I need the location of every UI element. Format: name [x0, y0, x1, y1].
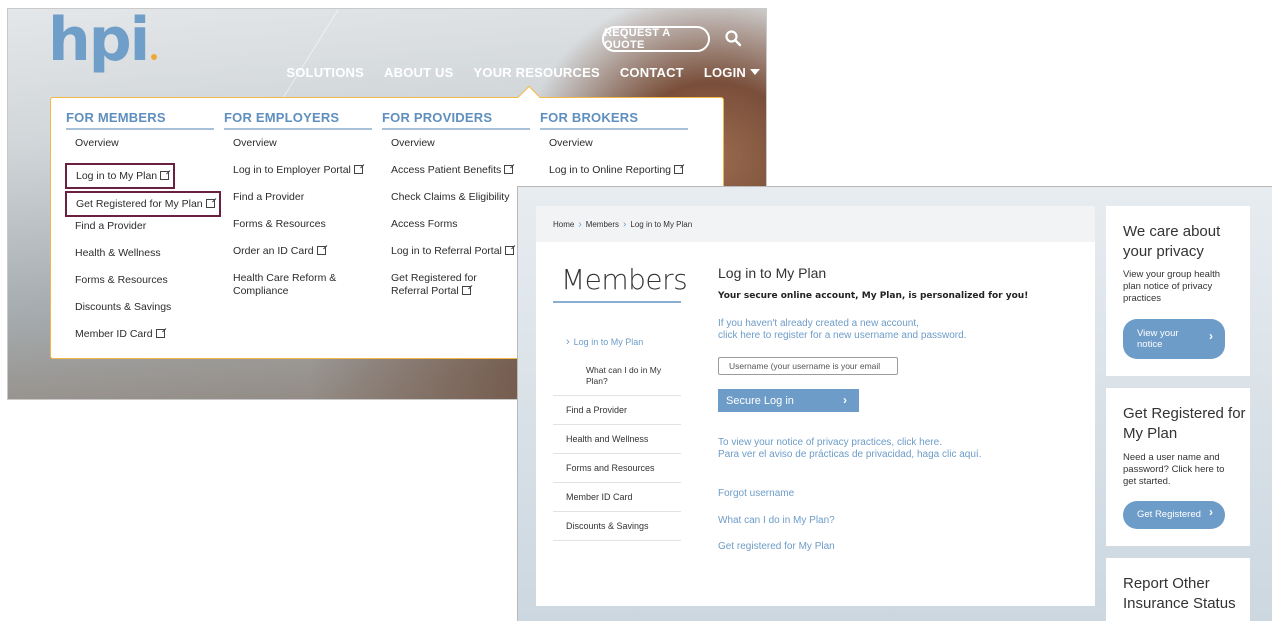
external-link-icon [155, 329, 165, 338]
forgot-username-link[interactable]: Forgot username [718, 488, 794, 500]
register-card: Get Registered for My Plan Need a user n… [1106, 388, 1250, 546]
background-line [274, 9, 339, 112]
employers-overview-link[interactable]: Overview [224, 137, 372, 164]
members-forms-link[interactable]: Forms & Resources [66, 274, 214, 301]
chevron-right-icon: › [578, 219, 582, 230]
main-nav: SOLUTIONS ABOUT US YOUR RESOURCES CONTAC… [286, 65, 766, 87]
section-title: Members [561, 263, 688, 296]
external-link-icon [353, 165, 363, 174]
breadcrumb-members[interactable]: Members [586, 220, 619, 229]
members-id-card-link[interactable]: Member ID Card [66, 328, 214, 355]
employers-find-provider-link[interactable]: Find a Provider [224, 191, 372, 218]
brokers-overview-link[interactable]: Overview [540, 137, 688, 164]
login-subtitle: Your secure online account, My Plan, is … [718, 291, 1029, 301]
login-screenshot: Home › Members › Log in to My Plan Members ›… [517, 186, 1272, 621]
external-link-icon [205, 199, 215, 208]
report-card-title: Report Other Insurance Status [1123, 575, 1236, 612]
caret-down-icon [750, 69, 760, 75]
sidebar-item-forms[interactable]: Forms and Resources [553, 454, 681, 483]
nav-solutions[interactable]: SOLUTIONS [286, 65, 364, 87]
external-link-icon [674, 165, 683, 174]
sidebar-item-find-provider[interactable]: Find a Provider [553, 396, 681, 425]
providers-referral-register-link[interactable]: Get Registered for Referral Portal [382, 272, 517, 312]
chevron-right-icon: › [1209, 505, 1213, 519]
members-overview-link[interactable]: Overview [66, 137, 214, 164]
providers-overview-link[interactable]: Overview [382, 137, 530, 164]
what-can-link[interactable]: What can I do in My Plan? [718, 515, 835, 527]
members-column: FOR MEMBERS Overview Log in to My Plan G… [64, 110, 221, 355]
nav-your-resources[interactable]: YOUR RESOURCES [474, 65, 600, 87]
search-icon[interactable] [724, 29, 742, 47]
members-discounts-link[interactable]: Discounts & Savings [66, 301, 214, 328]
breadcrumb: Home › Members › Log in to My Plan [553, 219, 692, 230]
privacy-card-title: We care about your privacy [1123, 223, 1221, 260]
sidebar-item-discounts[interactable]: Discounts & Savings [553, 512, 681, 541]
members-health-link[interactable]: Health & Wellness [66, 247, 214, 274]
nav-login[interactable]: LOGIN [704, 65, 760, 87]
employers-forms-link[interactable]: Forms & Resources [224, 218, 372, 245]
brokers-column: FOR BROKERS Overview Log in to Online Re… [540, 110, 688, 191]
sidebar-item-health[interactable]: Health and Wellness [553, 425, 681, 454]
members-heading[interactable]: FOR MEMBERS [66, 110, 214, 130]
external-link-icon [504, 165, 514, 174]
hpi-logo[interactable]: hpi [48, 9, 158, 75]
nav-about-us[interactable]: ABOUT US [384, 65, 454, 87]
privacy-card-body: View your group health plan notice of pr… [1123, 269, 1220, 304]
view-notice-button[interactable]: View your notice › [1123, 319, 1225, 359]
employers-heading[interactable]: FOR EMPLOYERS [224, 110, 372, 130]
privacy-card: We care about your privacy View your gro… [1106, 206, 1250, 376]
get-registered-link[interactable]: Get registered for My Plan [718, 541, 835, 553]
nav-contact[interactable]: CONTACT [620, 65, 684, 87]
section-divider [553, 301, 681, 303]
employers-column: FOR EMPLOYERS Overview Log in to Employe… [224, 110, 372, 312]
employers-id-card-link[interactable]: Order an ID Card [224, 245, 372, 272]
external-link-icon [461, 286, 471, 295]
sidebar-item-id-card[interactable]: Member ID Card [553, 483, 681, 512]
external-link-icon [316, 246, 326, 255]
members-login-link[interactable]: Log in to My Plan [64, 163, 176, 189]
breadcrumb-home[interactable]: Home [553, 220, 574, 229]
sidebar-item-what-can[interactable]: What can I do in My Plan? [553, 356, 681, 396]
members-find-provider-link[interactable]: Find a Provider [66, 220, 214, 247]
providers-forms-link[interactable]: Access Forms [382, 218, 530, 245]
get-registered-button[interactable]: Get Registered › [1123, 501, 1225, 529]
brokers-heading[interactable]: FOR BROKERS [540, 110, 688, 130]
external-link-icon [160, 171, 170, 180]
register-card-body: Need a user name and password? Click her… [1123, 452, 1225, 487]
chevron-right-icon: › [843, 393, 847, 407]
register-link[interactable]: If you haven't already created a new acc… [718, 318, 966, 342]
privacy-notice-link[interactable]: To view your notice of privacy practices… [718, 437, 981, 461]
chevron-right-icon: › [623, 219, 627, 230]
breadcrumb-current: Log in to My Plan [630, 220, 693, 229]
request-quote-button[interactable]: REQUEST A QUOTE [602, 26, 710, 52]
register-card-title: Get Registered for My Plan [1123, 405, 1246, 442]
sidebar-item-login[interactable]: › Log in to My Plan [553, 328, 681, 356]
members-register-link[interactable]: Get Registered for My Plan [65, 191, 221, 217]
secure-login-button[interactable]: Secure Log in › [718, 389, 859, 412]
content-panel: Home › Members › Log in to My Plan Members ›… [536, 206, 1095, 606]
chevron-right-icon: › [1209, 329, 1213, 343]
chevron-right-icon: › [566, 336, 570, 348]
external-link-icon [504, 246, 514, 255]
providers-heading[interactable]: FOR PROVIDERS [382, 110, 530, 130]
login-title: Log in to My Plan [718, 265, 827, 281]
report-card: Report Other Insurance Status [1106, 558, 1250, 621]
employers-portal-link[interactable]: Log in to Employer Portal [224, 164, 372, 191]
providers-referral-login-link[interactable]: Log in to Referral Portal [382, 245, 530, 272]
providers-claims-link[interactable]: Check Claims & Eligibility [382, 191, 530, 218]
providers-column: FOR PROVIDERS Overview Access Patient Be… [382, 110, 530, 312]
username-input[interactable]: Username (your username is your email [718, 357, 898, 375]
providers-benefits-link[interactable]: Access Patient Benefits [382, 164, 530, 191]
employers-reform-link[interactable]: Health Care Reform & Compliance [224, 272, 354, 312]
breadcrumb-bar: Home › Members › Log in to My Plan [536, 206, 1095, 242]
menu-notch [517, 85, 541, 109]
